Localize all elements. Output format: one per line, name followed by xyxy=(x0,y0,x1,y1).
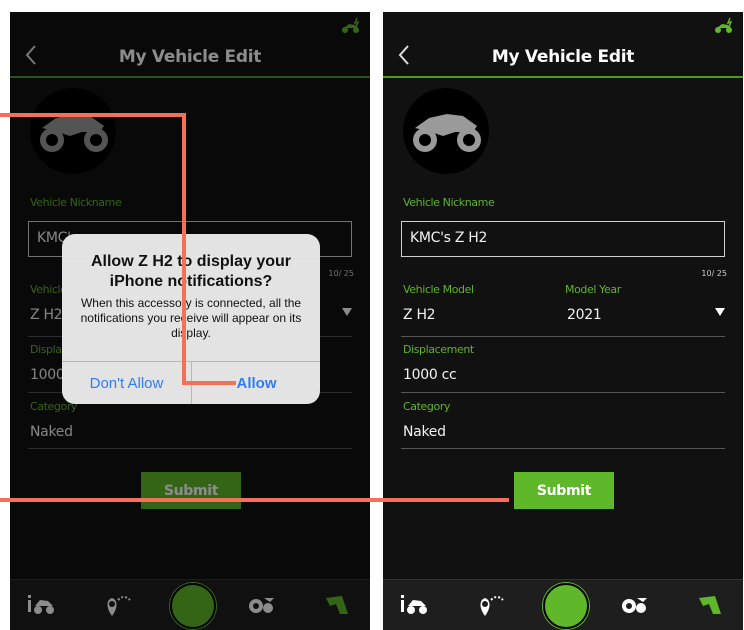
submit-button[interactable]: Submit xyxy=(514,472,614,509)
status-bar xyxy=(383,0,743,12)
chevron-down-icon[interactable] xyxy=(715,308,725,316)
alert-message: When this accessory is connected, all th… xyxy=(80,296,302,340)
nickname-field[interactable] xyxy=(401,221,725,257)
bike-status-icon xyxy=(713,16,735,36)
route-icon[interactable] xyxy=(477,592,507,618)
category-value[interactable]: Naked xyxy=(403,424,446,440)
nickname-label: Vehicle Nickname xyxy=(403,196,495,209)
nickname-input[interactable] xyxy=(410,230,710,246)
bottom-tab-bar xyxy=(383,579,743,630)
annotation-line xyxy=(182,381,236,385)
brand-logo-icon[interactable] xyxy=(695,592,725,618)
displacement-label: Displacement xyxy=(403,343,474,356)
notification-permission-alert: Allow Z H2 to display your iPhone notifi… xyxy=(62,234,320,404)
page-title: My Vehicle Edit xyxy=(491,47,635,67)
model-label: Vehicle Model xyxy=(403,283,474,296)
right-phone-screen: My Vehicle Edit Vehicle Nickname 10/ 25 … xyxy=(383,0,743,630)
divider xyxy=(401,448,725,449)
category-label: Category xyxy=(403,400,451,413)
dont-allow-button[interactable]: Don't Allow xyxy=(62,362,191,404)
annotation-line xyxy=(0,113,186,117)
vehicle-avatar[interactable] xyxy=(403,88,489,174)
motorcycle-icon xyxy=(413,114,481,152)
left-phone-screen: My Vehicle Edit Vehicle Nickname 10/ 25 … xyxy=(10,0,370,630)
model-value[interactable]: Z H2 xyxy=(403,307,436,323)
year-label: Model Year xyxy=(565,283,621,296)
app-header: My Vehicle Edit xyxy=(383,36,743,78)
divider xyxy=(401,336,725,337)
vehicle-info-icon[interactable] xyxy=(399,592,429,618)
annotation-line xyxy=(0,498,509,502)
home-icon[interactable] xyxy=(543,583,589,629)
alert-title: Allow Z H2 to display your iPhone notifi… xyxy=(90,253,292,290)
status-bar xyxy=(10,0,370,12)
divider xyxy=(401,392,725,393)
annotation-line xyxy=(182,113,186,385)
char-counter: 10/ 25 xyxy=(701,269,727,278)
displacement-value: 1000 cc xyxy=(403,367,457,383)
settings-icon[interactable] xyxy=(619,592,649,618)
year-value[interactable]: 2021 xyxy=(567,307,602,323)
